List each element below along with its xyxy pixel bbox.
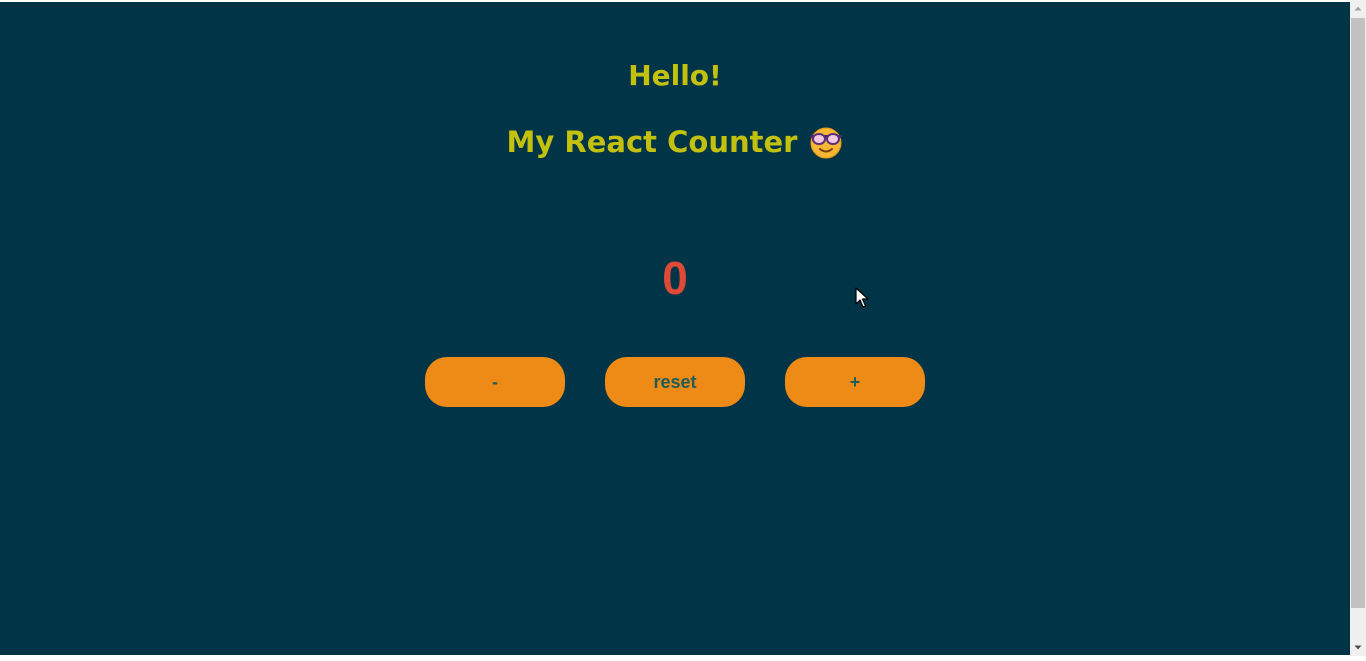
greeting-heading: Hello! [628, 59, 722, 92]
vertical-scrollbar[interactable] [1350, 0, 1366, 656]
scrollbar-thumb[interactable] [1351, 18, 1365, 608]
app-title: My React Counter [506, 125, 798, 159]
mouse-pointer-icon [855, 287, 869, 309]
increment-button[interactable]: + [785, 357, 925, 407]
scroll-down-arrow-icon[interactable] [1350, 639, 1366, 656]
app-viewport: Hello! My React Counter 0 - reset + [0, 2, 1350, 655]
decrement-button[interactable]: - [425, 357, 565, 407]
subtitle-row: My React Counter [0, 122, 1350, 162]
sunglasses-emoji-icon [809, 125, 843, 159]
reset-button[interactable]: reset [605, 357, 745, 407]
scroll-up-arrow-icon[interactable] [1350, 0, 1366, 17]
counter-value: 0 [662, 252, 688, 304]
